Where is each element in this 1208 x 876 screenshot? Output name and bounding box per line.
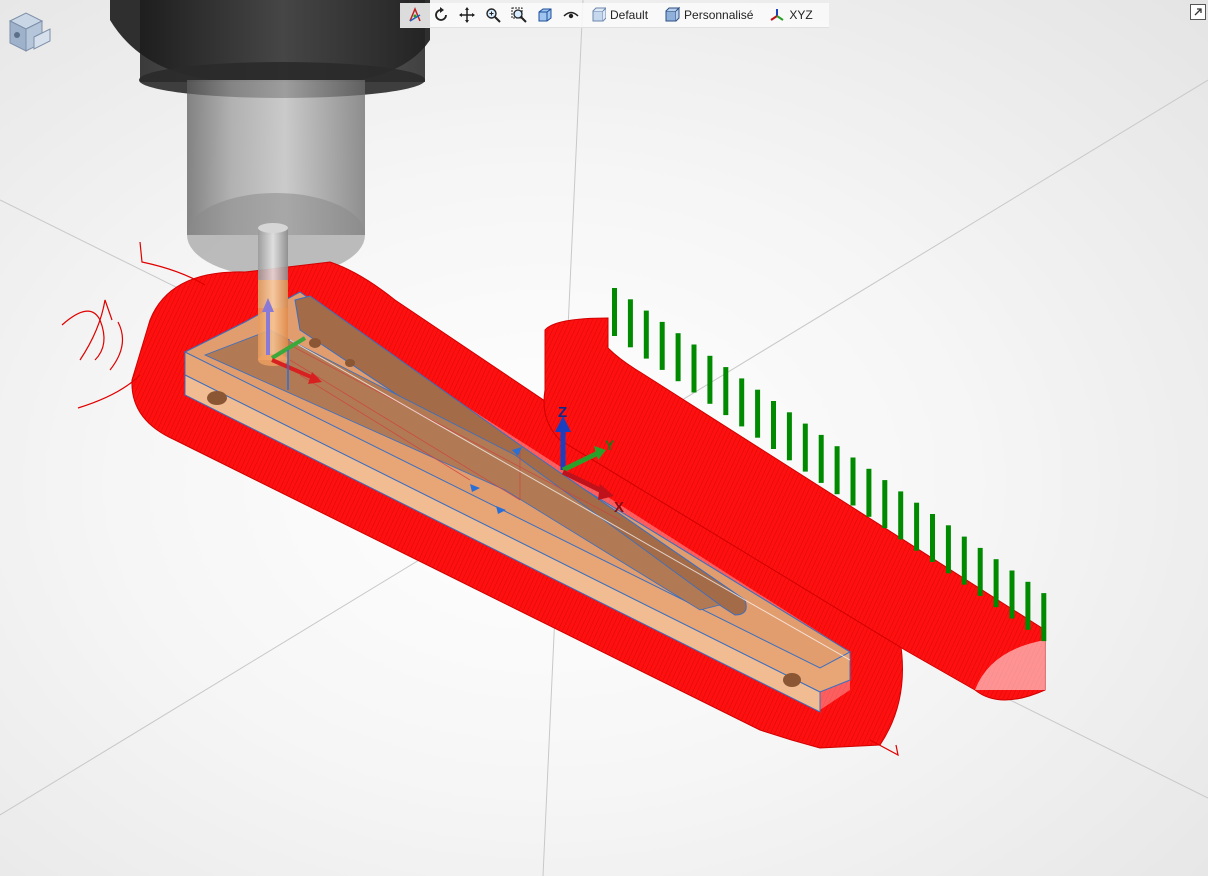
lead-line xyxy=(850,457,856,506)
y-axis-label: Y xyxy=(605,437,615,453)
xyz-axes-icon xyxy=(770,9,784,21)
lead-line xyxy=(739,378,745,427)
lead-line xyxy=(643,310,649,359)
lead-line xyxy=(707,355,713,404)
view-custom-label: Personnalisé xyxy=(684,8,754,22)
lead-line xyxy=(723,367,729,416)
lead-line xyxy=(866,468,872,517)
lead-line xyxy=(834,446,840,495)
view-default-label: Default xyxy=(610,8,649,22)
lead-line xyxy=(771,401,776,449)
view-default-button[interactable]: Default xyxy=(590,4,648,26)
lead-line xyxy=(691,344,697,393)
lead-line xyxy=(675,333,681,382)
lead-line xyxy=(945,525,951,574)
lead-line xyxy=(755,389,761,438)
lead-line xyxy=(961,536,967,585)
default-view-icon xyxy=(592,7,606,22)
lead-line xyxy=(612,288,617,336)
rotate-icon[interactable] xyxy=(428,4,454,26)
maximize-icon[interactable] xyxy=(1190,4,1206,20)
lead-line xyxy=(882,480,888,529)
view-box-icon[interactable] xyxy=(532,4,558,26)
3d-viewport[interactable]: Z Y X Default Personnalisé XYZ xyxy=(0,0,1208,876)
zoom-icon[interactable] xyxy=(480,4,506,26)
zoom-window-icon[interactable] xyxy=(506,4,532,26)
view-toolbar: Default Personnalisé XYZ xyxy=(400,3,829,28)
lead-line xyxy=(993,559,999,608)
lead-line xyxy=(802,423,808,472)
z-axis-label: Z xyxy=(558,404,567,421)
lead-line xyxy=(627,299,633,348)
select-icon[interactable] xyxy=(402,4,428,26)
lead-line xyxy=(977,547,983,596)
view-xyz-button[interactable]: XYZ xyxy=(769,4,813,26)
lead-line xyxy=(898,491,904,540)
lead-line xyxy=(1041,593,1047,642)
lead-line xyxy=(1009,570,1015,619)
custom-view-icon xyxy=(665,7,681,22)
lead-line xyxy=(1025,581,1031,630)
pan-icon[interactable] xyxy=(454,4,480,26)
cam-scene[interactable]: Z Y X xyxy=(0,0,1208,876)
view-custom-button[interactable]: Personnalisé xyxy=(664,4,753,26)
lead-line xyxy=(818,434,824,483)
lead-line xyxy=(659,321,665,370)
view-cube-icon[interactable] xyxy=(4,7,52,55)
lead-line xyxy=(786,412,792,461)
view-xyz-label: XYZ xyxy=(789,8,813,22)
x-axis-label: X xyxy=(614,499,624,516)
visibility-eye-icon[interactable] xyxy=(558,4,584,26)
lead-line xyxy=(914,502,920,551)
lead-line xyxy=(930,514,935,562)
